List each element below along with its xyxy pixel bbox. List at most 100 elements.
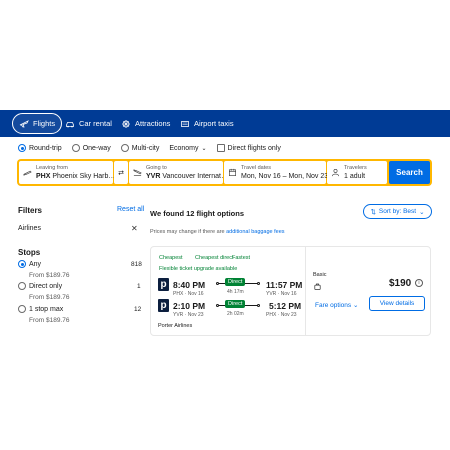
chevron-down-icon: ⌄: [352, 302, 359, 309]
baggage-note: Prices may change if there are additiona…: [150, 229, 285, 235]
inbound-dep-time: 2:10 PM: [173, 301, 206, 311]
outbound-arr-time: 11:57 PM: [266, 280, 303, 290]
info-icon[interactable]: i: [415, 279, 423, 287]
stop-price: From $189.76: [29, 272, 70, 279]
tag-cheapest: Cheapest: [159, 255, 183, 261]
inbound-duration: 2h 02m: [227, 311, 244, 317]
travelers-field[interactable]: Travelers 1 adult: [327, 161, 387, 184]
top-nav: Flights Car rental Attractions Airport t…: [0, 110, 450, 137]
stop-label: 1 stop max: [29, 305, 64, 313]
inbound-arr-sub: PHX · Nov 23: [266, 312, 297, 318]
swap-icon: ⇄: [118, 169, 124, 177]
sort-label: Sort by: Best: [378, 208, 417, 215]
nav-airport-taxis-label: Airport taxis: [194, 119, 234, 128]
airline-logo: p: [158, 299, 169, 312]
stop-count: 12: [134, 306, 142, 313]
person-icon: [332, 168, 339, 177]
stop-price: From $189.76: [29, 317, 70, 324]
airline-name: Porter Airlines: [158, 323, 193, 329]
from-code: PHX: [36, 172, 51, 180]
going-to-field[interactable]: Going to YVR Vancouver Internat…: [129, 161, 228, 184]
direct-flights-checkbox[interactable]: Direct flights only: [216, 144, 281, 152]
stop-price: From $189.76: [29, 294, 70, 301]
travel-dates-value: Mon, Nov 16 – Mon, Nov 23: [241, 172, 329, 180]
inbound-dep-sub: YVR · Nov 23: [173, 312, 204, 318]
leaving-from-field[interactable]: Leaving from PHX Phoenix Sky Harb…: [19, 161, 116, 184]
to-code: YVR: [146, 172, 161, 180]
taxi-icon: [181, 120, 189, 127]
cabin-class-value: Economy: [169, 144, 199, 152]
airlines-filter-label[interactable]: Airlines: [18, 225, 41, 232]
one-way-label: One-way: [82, 144, 111, 152]
travelers-value: 1 adult: [344, 172, 366, 180]
multi-city-radio[interactable]: Multi-city: [120, 144, 160, 152]
sort-button[interactable]: ⇅ Sort by: Best ⌄: [363, 204, 432, 219]
view-details-button[interactable]: View details: [369, 296, 425, 311]
sort-icon: ⇅: [370, 208, 376, 216]
stops-heading: Stops: [18, 248, 41, 257]
calendar-icon: [229, 168, 236, 176]
results-count: We found 12 flight options: [150, 209, 245, 218]
travel-dates-label: Travel dates: [241, 164, 272, 171]
outbound-duration: 4h 17m: [227, 289, 244, 295]
stop-count: 1: [137, 283, 141, 290]
round-trip-label: Round-trip: [29, 144, 62, 152]
stop-option-1-stop[interactable]: 1 stop max From $189.76: [18, 305, 69, 324]
reset-all-link[interactable]: Reset all: [117, 206, 144, 213]
chevron-down-icon: ⌄: [419, 208, 425, 216]
multi-city-label: Multi-city: [131, 144, 160, 152]
chevron-down-icon: ⌄: [201, 145, 207, 152]
one-way-radio[interactable]: One-way: [71, 144, 111, 152]
outbound-dep-sub: PHX · Nov 16: [173, 291, 204, 297]
nav-car-rental-label: Car rental: [79, 119, 112, 128]
nav-airport-taxis[interactable]: Airport taxis: [174, 113, 240, 134]
baggage-note-text: Prices may change if there are: [150, 229, 225, 235]
stop-option-direct[interactable]: Direct only From $189.76: [18, 282, 69, 301]
direct-badge: Direct: [225, 300, 246, 308]
nav-flights-label: Flights: [33, 119, 56, 128]
filters-heading: Filters: [18, 206, 43, 215]
cabin-class-select[interactable]: Economy ⌄: [169, 145, 206, 152]
takeoff-icon: [23, 170, 32, 176]
nav-attractions[interactable]: Attractions: [115, 113, 176, 134]
car-icon: [66, 121, 74, 127]
nav-car-rental[interactable]: Car rental: [59, 113, 118, 134]
fare-options-link[interactable]: Fare options ⌄: [315, 301, 358, 309]
nav-attractions-label: Attractions: [135, 119, 171, 128]
price: $190: [389, 278, 412, 289]
close-icon[interactable]: ✕: [131, 224, 138, 233]
attractions-icon: [122, 119, 130, 128]
landing-icon: [133, 169, 142, 176]
stop-option-any[interactable]: Any From $189.76: [18, 260, 69, 279]
swap-button[interactable]: ⇄: [114, 161, 128, 184]
baggage-fees-link[interactable]: additional baggage fees: [226, 229, 284, 235]
direct-flights-label: Direct flights only: [227, 144, 281, 152]
outbound-dep-time: 8:40 PM: [173, 280, 206, 290]
to-city: Vancouver Internat…: [162, 172, 228, 180]
going-to-label: Going to: [146, 164, 167, 171]
tag-fastest: Fastest: [232, 255, 251, 261]
plane-icon: [19, 119, 29, 127]
search-bar: Leaving from PHX Phoenix Sky Harb… ⇄ Goi…: [17, 159, 432, 186]
stop-label: Direct only: [29, 282, 63, 290]
fare-options-label: Fare options: [315, 302, 352, 309]
travelers-label: Travelers: [344, 164, 367, 171]
from-city: Phoenix Sky Harb…: [52, 172, 116, 180]
airline-logo: p: [158, 278, 169, 291]
round-trip-radio[interactable]: Round-trip: [18, 144, 62, 152]
stop-label: Any: [29, 260, 42, 268]
direct-badge: Direct: [225, 278, 246, 286]
outbound-arr-sub: YVR · Nov 16: [266, 291, 297, 297]
nav-flights[interactable]: Flights: [12, 113, 63, 134]
fare-type: Basic: [313, 272, 327, 278]
leaving-from-label: Leaving from: [36, 164, 68, 171]
inbound-arr-time: 5:12 PM: [269, 301, 302, 311]
baggage-icon: [314, 283, 321, 291]
flight-card[interactable]: Cheapest Cheapest direct Fastest Flexibl…: [150, 246, 431, 336]
trip-options: Round-trip One-way Multi-city Economy ⌄ D…: [18, 144, 281, 152]
tag-cheapest-direct: Cheapest direct: [195, 255, 234, 261]
stop-count: 818: [131, 261, 142, 268]
flexible-ticket-note: Flexible ticket upgrade available: [159, 266, 238, 272]
travel-dates-field[interactable]: Travel dates Mon, Nov 16 – Mon, Nov 23: [224, 161, 329, 184]
search-button[interactable]: Search: [389, 161, 430, 184]
